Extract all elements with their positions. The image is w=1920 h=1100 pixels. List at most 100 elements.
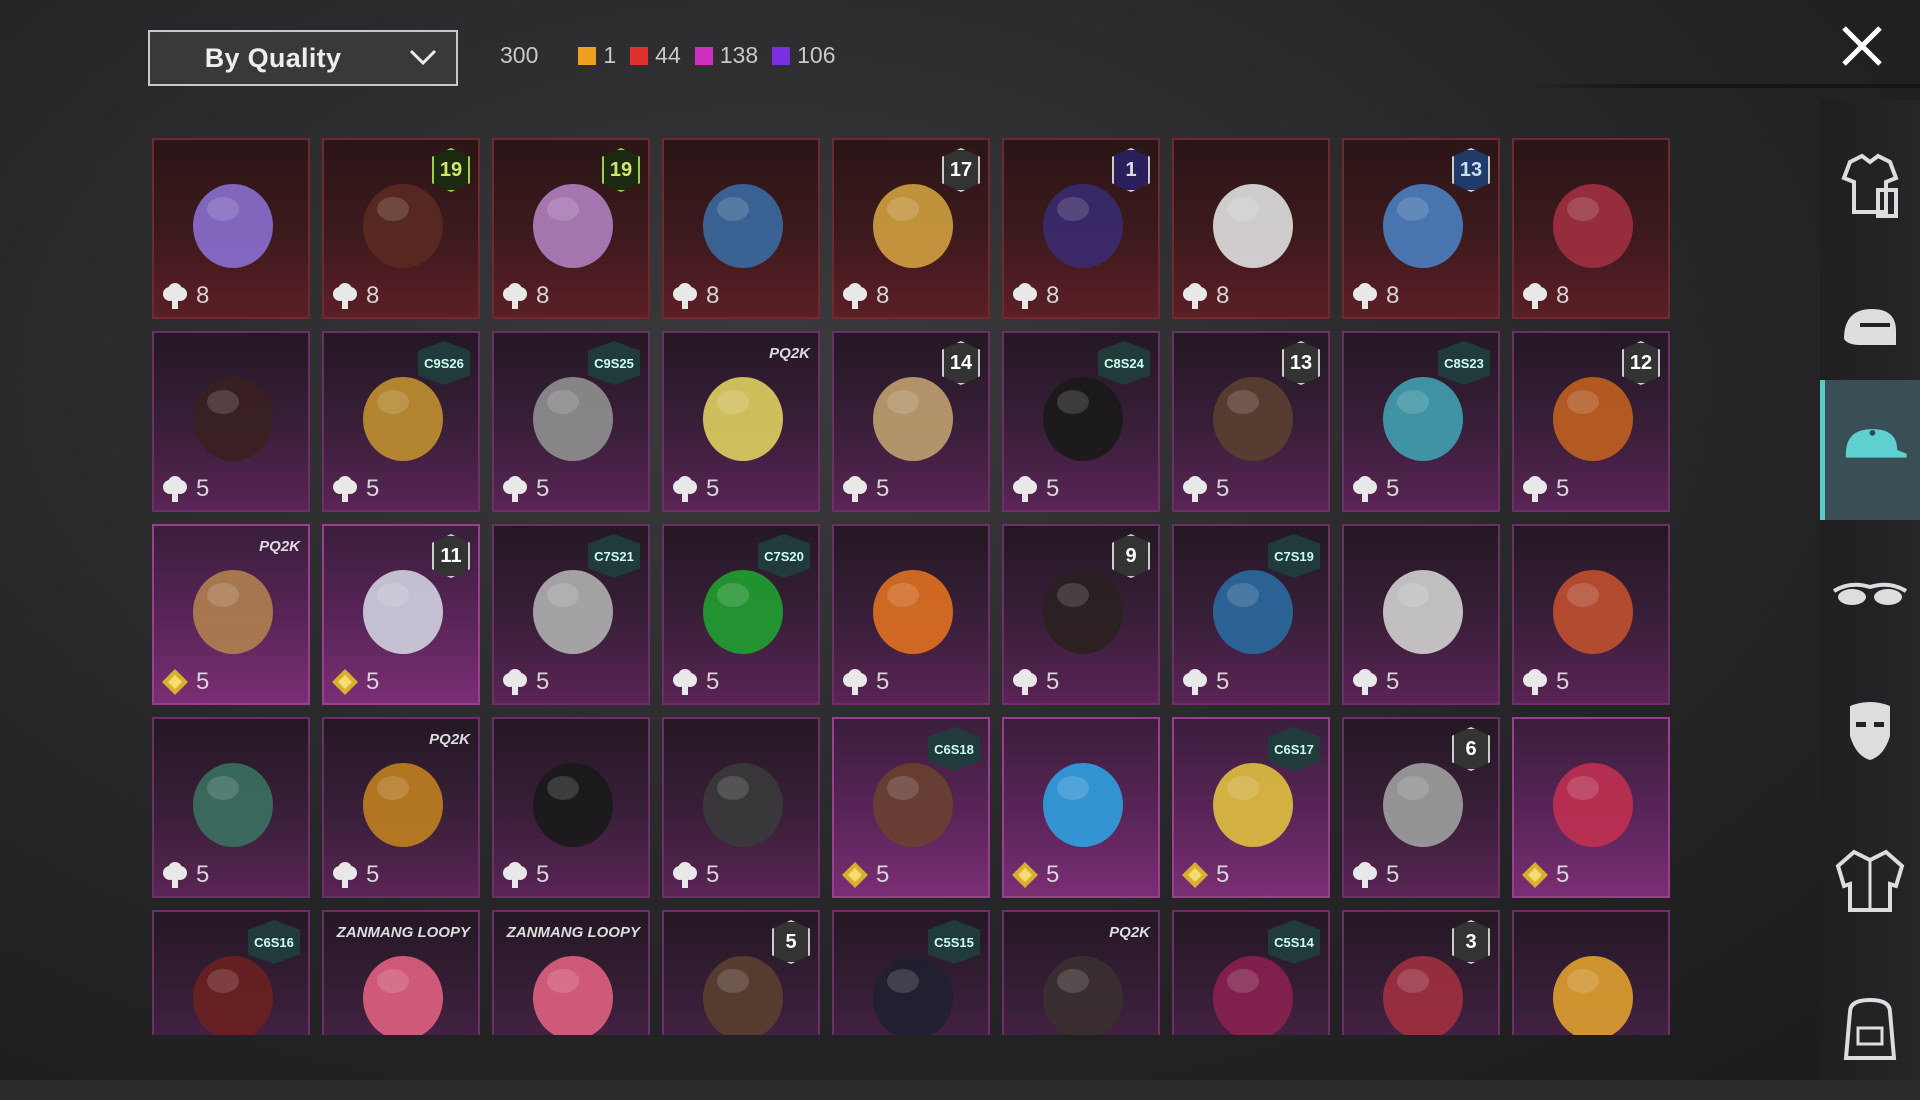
category-tab-backpack[interactable] bbox=[1820, 960, 1920, 1100]
headwear-icon bbox=[1845, 429, 1907, 458]
item-tile[interactable]: 8 bbox=[662, 138, 820, 319]
mythic-swatch bbox=[630, 46, 649, 65]
item-tile[interactable]: 19 8 bbox=[492, 138, 650, 319]
item-tile[interactable]: 13 8 bbox=[1342, 138, 1500, 319]
item-badge: PQ2K bbox=[769, 344, 810, 362]
item-tile[interactable]: C9S25 5 bbox=[492, 331, 650, 512]
item-cost-value: 5 bbox=[536, 861, 550, 888]
item-tile[interactable]: PQ2K 5 bbox=[662, 331, 820, 512]
item-tile[interactable]: C7S19 5 bbox=[1172, 524, 1330, 705]
item-tile[interactable]: 5 bbox=[1512, 524, 1670, 705]
item-tile[interactable]: PQ2K 5 bbox=[322, 717, 480, 898]
headwear-art bbox=[193, 377, 273, 461]
item-cost: 5 bbox=[330, 860, 379, 890]
item-tile[interactable]: ZANMANG LOOPY bbox=[492, 910, 650, 1035]
item-tile[interactable]: C8S24 5 bbox=[1002, 331, 1160, 512]
sort-dropdown[interactable]: By Quality bbox=[148, 30, 458, 86]
item-tile[interactable]: C9S26 5 bbox=[322, 331, 480, 512]
item-tile[interactable]: C8S23 5 bbox=[1342, 331, 1500, 512]
item-tile[interactable]: 5 bbox=[152, 717, 310, 898]
headwear-art bbox=[193, 763, 273, 847]
cloud-coin-icon bbox=[673, 476, 697, 502]
item-tile[interactable]: C6S18 5 bbox=[832, 717, 990, 898]
item-cost-value: 8 bbox=[536, 282, 550, 309]
cloud-coin-icon bbox=[1353, 862, 1377, 888]
item-preview bbox=[858, 550, 968, 670]
item-cost-value: 5 bbox=[196, 668, 210, 695]
item-tile[interactable]: 19 8 bbox=[322, 138, 480, 319]
item-tile[interactable]: 8 bbox=[1172, 138, 1330, 319]
item-cost-value: 8 bbox=[876, 282, 890, 309]
item-tile[interactable]: PQ2K 5 bbox=[152, 524, 310, 705]
header-divider bbox=[1530, 84, 1920, 88]
item-tile[interactable]: 5 bbox=[662, 910, 820, 1035]
item-tile[interactable]: 5 bbox=[1002, 717, 1160, 898]
category-tab-jacket[interactable] bbox=[1820, 810, 1920, 950]
category-sidebar bbox=[1820, 100, 1920, 1080]
item-tile[interactable]: 5 bbox=[1342, 524, 1500, 705]
cloud-coin-icon bbox=[673, 862, 697, 888]
item-tile[interactable]: 5 bbox=[662, 717, 820, 898]
item-tile[interactable]: C6S16 bbox=[152, 910, 310, 1035]
item-badge: 19 bbox=[602, 148, 640, 192]
item-tile[interactable]: ZANMANG LOOPY bbox=[322, 910, 480, 1035]
cloud-coin-icon bbox=[843, 669, 867, 695]
item-cost-value: 8 bbox=[706, 282, 720, 309]
item-tile[interactable]: C6S17 5 bbox=[1172, 717, 1330, 898]
cloud-coin-icon bbox=[163, 862, 187, 888]
item-tile[interactable]: 8 bbox=[152, 138, 310, 319]
cloud-coin-icon bbox=[503, 862, 527, 888]
item-tile[interactable]: C7S21 5 bbox=[492, 524, 650, 705]
item-cost: 8 bbox=[500, 281, 549, 311]
item-tile[interactable]: 3 bbox=[1342, 910, 1500, 1035]
headwear-art bbox=[533, 763, 613, 847]
item-tile[interactable]: 5 bbox=[492, 717, 650, 898]
item-tile[interactable]: 5 bbox=[152, 331, 310, 512]
cloud-coin-icon bbox=[503, 283, 527, 309]
item-tile[interactable]: 8 bbox=[1512, 138, 1670, 319]
item-preview bbox=[178, 164, 288, 284]
category-tab-glasses[interactable] bbox=[1820, 525, 1920, 665]
headwear-art bbox=[193, 184, 273, 268]
item-cost: 5 bbox=[160, 474, 209, 504]
item-cost-value: 5 bbox=[876, 861, 890, 888]
item-cost-value: 5 bbox=[1216, 475, 1230, 502]
item-cost: 8 bbox=[840, 281, 889, 311]
item-badge: PQ2K bbox=[259, 537, 300, 555]
item-cost: 5 bbox=[670, 860, 719, 890]
item-tile[interactable]: 65 bbox=[1342, 717, 1500, 898]
item-tile[interactable]: 17 8 bbox=[832, 138, 990, 319]
item-tile[interactable]: C5S14 bbox=[1172, 910, 1330, 1035]
item-cost: 8 bbox=[330, 281, 379, 311]
cloud-coin-icon bbox=[1183, 669, 1207, 695]
headwear-art bbox=[703, 377, 783, 461]
gold-coin-icon bbox=[1522, 862, 1548, 888]
category-tab-outfit[interactable] bbox=[1820, 120, 1920, 260]
cloud-coin-icon bbox=[503, 669, 527, 695]
item-tile[interactable]: PQ2K bbox=[1002, 910, 1160, 1035]
item-cost-value: 5 bbox=[706, 668, 720, 695]
item-tile[interactable]: 5 bbox=[832, 524, 990, 705]
item-cost-value: 5 bbox=[1046, 668, 1060, 695]
close-icon[interactable] bbox=[1838, 22, 1886, 70]
item-cost: 5 bbox=[500, 474, 549, 504]
item-cost: 5 bbox=[330, 667, 379, 697]
mythic-count: 44 bbox=[655, 42, 681, 68]
headwear-art bbox=[873, 570, 953, 654]
item-tile[interactable]: 12 5 bbox=[1512, 331, 1670, 512]
item-cost: 5 bbox=[1010, 667, 1059, 697]
item-badge: 14 bbox=[942, 341, 980, 385]
item-tile[interactable]: 95 bbox=[1002, 524, 1160, 705]
item-tile[interactable]: 14 5 bbox=[832, 331, 990, 512]
item-cost: 5 bbox=[160, 667, 209, 697]
item-tile[interactable]: 13 5 bbox=[1172, 331, 1330, 512]
item-cost: 5 bbox=[1350, 860, 1399, 890]
item-tile[interactable]: 18 bbox=[1002, 138, 1160, 319]
item-tile[interactable]: 5 bbox=[1512, 717, 1670, 898]
item-tile[interactable]: C7S20 5 bbox=[662, 524, 820, 705]
category-tab-mask[interactable] bbox=[1820, 660, 1920, 800]
item-tile[interactable]: 11 5 bbox=[322, 524, 480, 705]
item-tile[interactable]: C5S15 bbox=[832, 910, 990, 1035]
category-tab-headwear[interactable] bbox=[1820, 380, 1920, 520]
item-tile[interactable] bbox=[1512, 910, 1670, 1035]
